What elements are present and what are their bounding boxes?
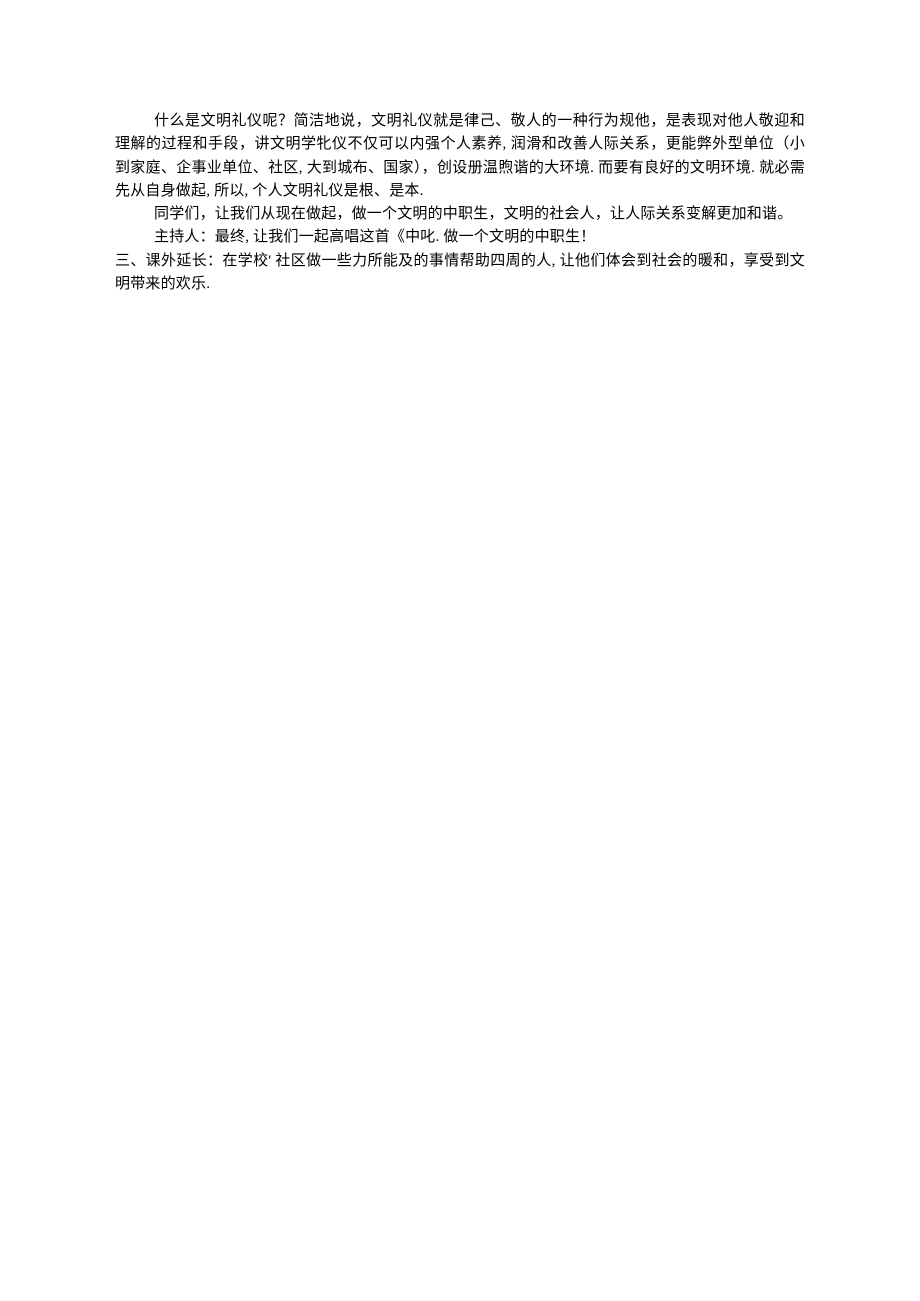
paragraph-4: 三、课外延长：在学校' 社区做一些力所能及的事情帮助四周的人, 让他们体会到社会… (115, 250, 805, 297)
document-page: 什么是文明礼仪呢？简洁地说，文明礼仪就是律己、敬人的一种行为规他，是表现对他人敬… (0, 0, 920, 296)
paragraph-1: 什么是文明礼仪呢？简洁地说，文明礼仪就是律己、敬人的一种行为规他，是表现对他人敬… (115, 110, 805, 203)
paragraph-2: 同学们，让我们从现在做起，做一个文明的中职生，文明的社会人，让人际关系变解更加和… (115, 203, 805, 226)
paragraph-3: 主持人：最终, 让我们一起高唱这首《中叱. 做一个文明的中职生！ (115, 226, 805, 249)
